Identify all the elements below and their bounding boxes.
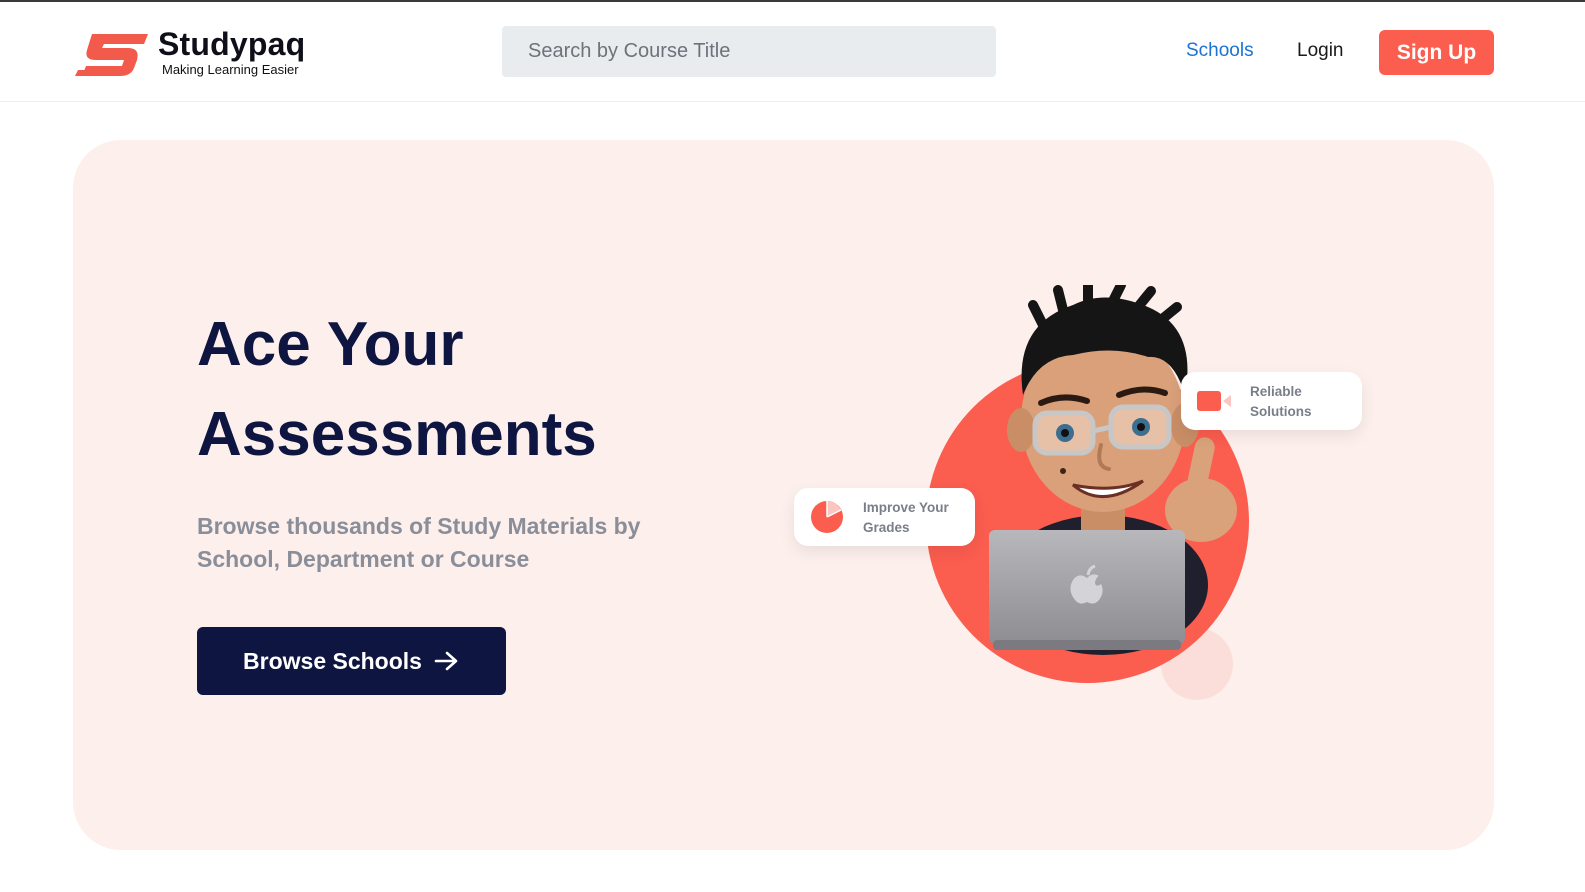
arrow-right-icon (434, 651, 458, 671)
hero-subtitle: Browse thousands of Study Materials by S… (197, 513, 641, 572)
search-input[interactable] (502, 26, 996, 77)
reliable-solutions-text: Reliable Solutions (1250, 384, 1312, 419)
reliable-solutions-card: Reliable Solutions (1181, 372, 1362, 430)
hero-title: Ace Your Assessments (197, 300, 717, 480)
brand-name: Studypaq (158, 26, 306, 62)
signup-button[interactable]: Sign Up (1379, 30, 1494, 75)
brand-tagline: Making Learning Easier (162, 62, 299, 77)
hero-section: Ace Your Assessments Browse thousands of… (73, 140, 1494, 850)
hero-title-line2: Assessments (197, 400, 597, 469)
video-camera-icon (1197, 391, 1231, 411)
pie-chart-icon (811, 501, 843, 533)
site-header: Studypaq Making Learning Easier Schools … (0, 2, 1585, 102)
brand-logo[interactable]: Studypaq Making Learning Easier (74, 26, 334, 82)
hero-title-line1: Ace Your (197, 310, 464, 379)
nav-schools-link[interactable]: Schools (1186, 40, 1254, 62)
browse-schools-label: Browse Schools (243, 647, 422, 674)
browse-schools-button[interactable]: Browse Schools (197, 627, 506, 695)
brand-logo-icon (75, 34, 148, 76)
laptop-illustration (989, 530, 1185, 650)
nav-login-link[interactable]: Login (1297, 40, 1344, 62)
improve-grades-card: Improve Your Grades (794, 488, 975, 546)
improve-grades-text: Improve Your Grades (863, 500, 949, 535)
